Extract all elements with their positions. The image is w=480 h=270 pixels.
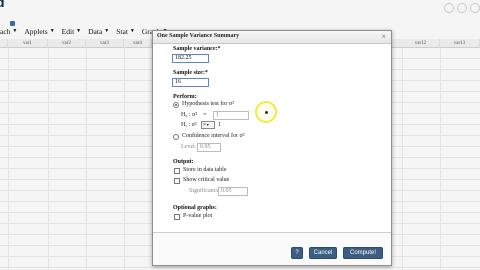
dialog-title: One Sample Variance Summary	[157, 33, 240, 39]
h0-value-input[interactable]: 1	[213, 111, 249, 120]
ha-value: 1	[218, 122, 221, 128]
h0-equals: =	[203, 112, 207, 118]
show-critical-label: Show critical value	[183, 177, 230, 183]
cancel-button[interactable]: Cancel	[309, 247, 337, 259]
sample-variance-input[interactable]: 182.25	[172, 54, 209, 63]
confidence-interval-label: Confidence interval for σ²	[182, 133, 245, 139]
pvalue-plot-checkbox[interactable]	[174, 214, 180, 220]
confidence-interval-radio[interactable]	[173, 134, 179, 140]
help-button[interactable]: ?	[291, 247, 303, 259]
hypothesis-test-label: Hypothesis test for σ²	[182, 101, 234, 107]
sample-size-label: Sample size:*	[173, 70, 208, 76]
level-input[interactable]: 0.95	[197, 143, 221, 152]
sample-variance-label: Sample variance:*	[173, 46, 221, 52]
cursor-highlight	[255, 101, 277, 123]
dialog-body: Sample variance:* 182.25 Sample size:* 1…	[153, 45, 391, 229]
ha-label: Hₐ : σ²	[181, 122, 197, 128]
show-critical-checkbox[interactable]	[174, 178, 180, 184]
sample-size-input[interactable]: 16	[172, 78, 209, 87]
level-label: Level:	[181, 144, 197, 150]
output-label: Output:	[173, 159, 194, 165]
optional-graphs-label: Optional graphs:	[173, 205, 217, 211]
ha-operator-select[interactable]: ≠▾	[201, 121, 215, 129]
h0-label: H₀ : σ²	[181, 112, 198, 118]
significance-input[interactable]: 0.05	[218, 187, 248, 196]
variance-summary-dialog: One Sample Variance Summary × Sample var…	[152, 30, 392, 266]
ha-operator-value: ≠	[203, 123, 206, 128]
dialog-titlebar[interactable]: One Sample Variance Summary ×	[153, 31, 391, 44]
store-in-table-label: Store in data table	[183, 167, 227, 173]
perform-label: Perform:	[173, 94, 197, 100]
dialog-footer: ? Cancel Compute!	[153, 232, 391, 265]
store-in-table-checkbox[interactable]	[174, 168, 180, 174]
compute-button[interactable]: Compute!	[343, 247, 383, 259]
significance-label: Significance:	[189, 188, 221, 194]
close-icon[interactable]: ×	[381, 32, 386, 41]
pvalue-plot-label: P-value plot	[183, 213, 213, 219]
chevron-down-icon: ▾	[206, 122, 209, 127]
cursor-icon	[265, 111, 268, 114]
hypothesis-test-radio[interactable]	[173, 102, 179, 108]
